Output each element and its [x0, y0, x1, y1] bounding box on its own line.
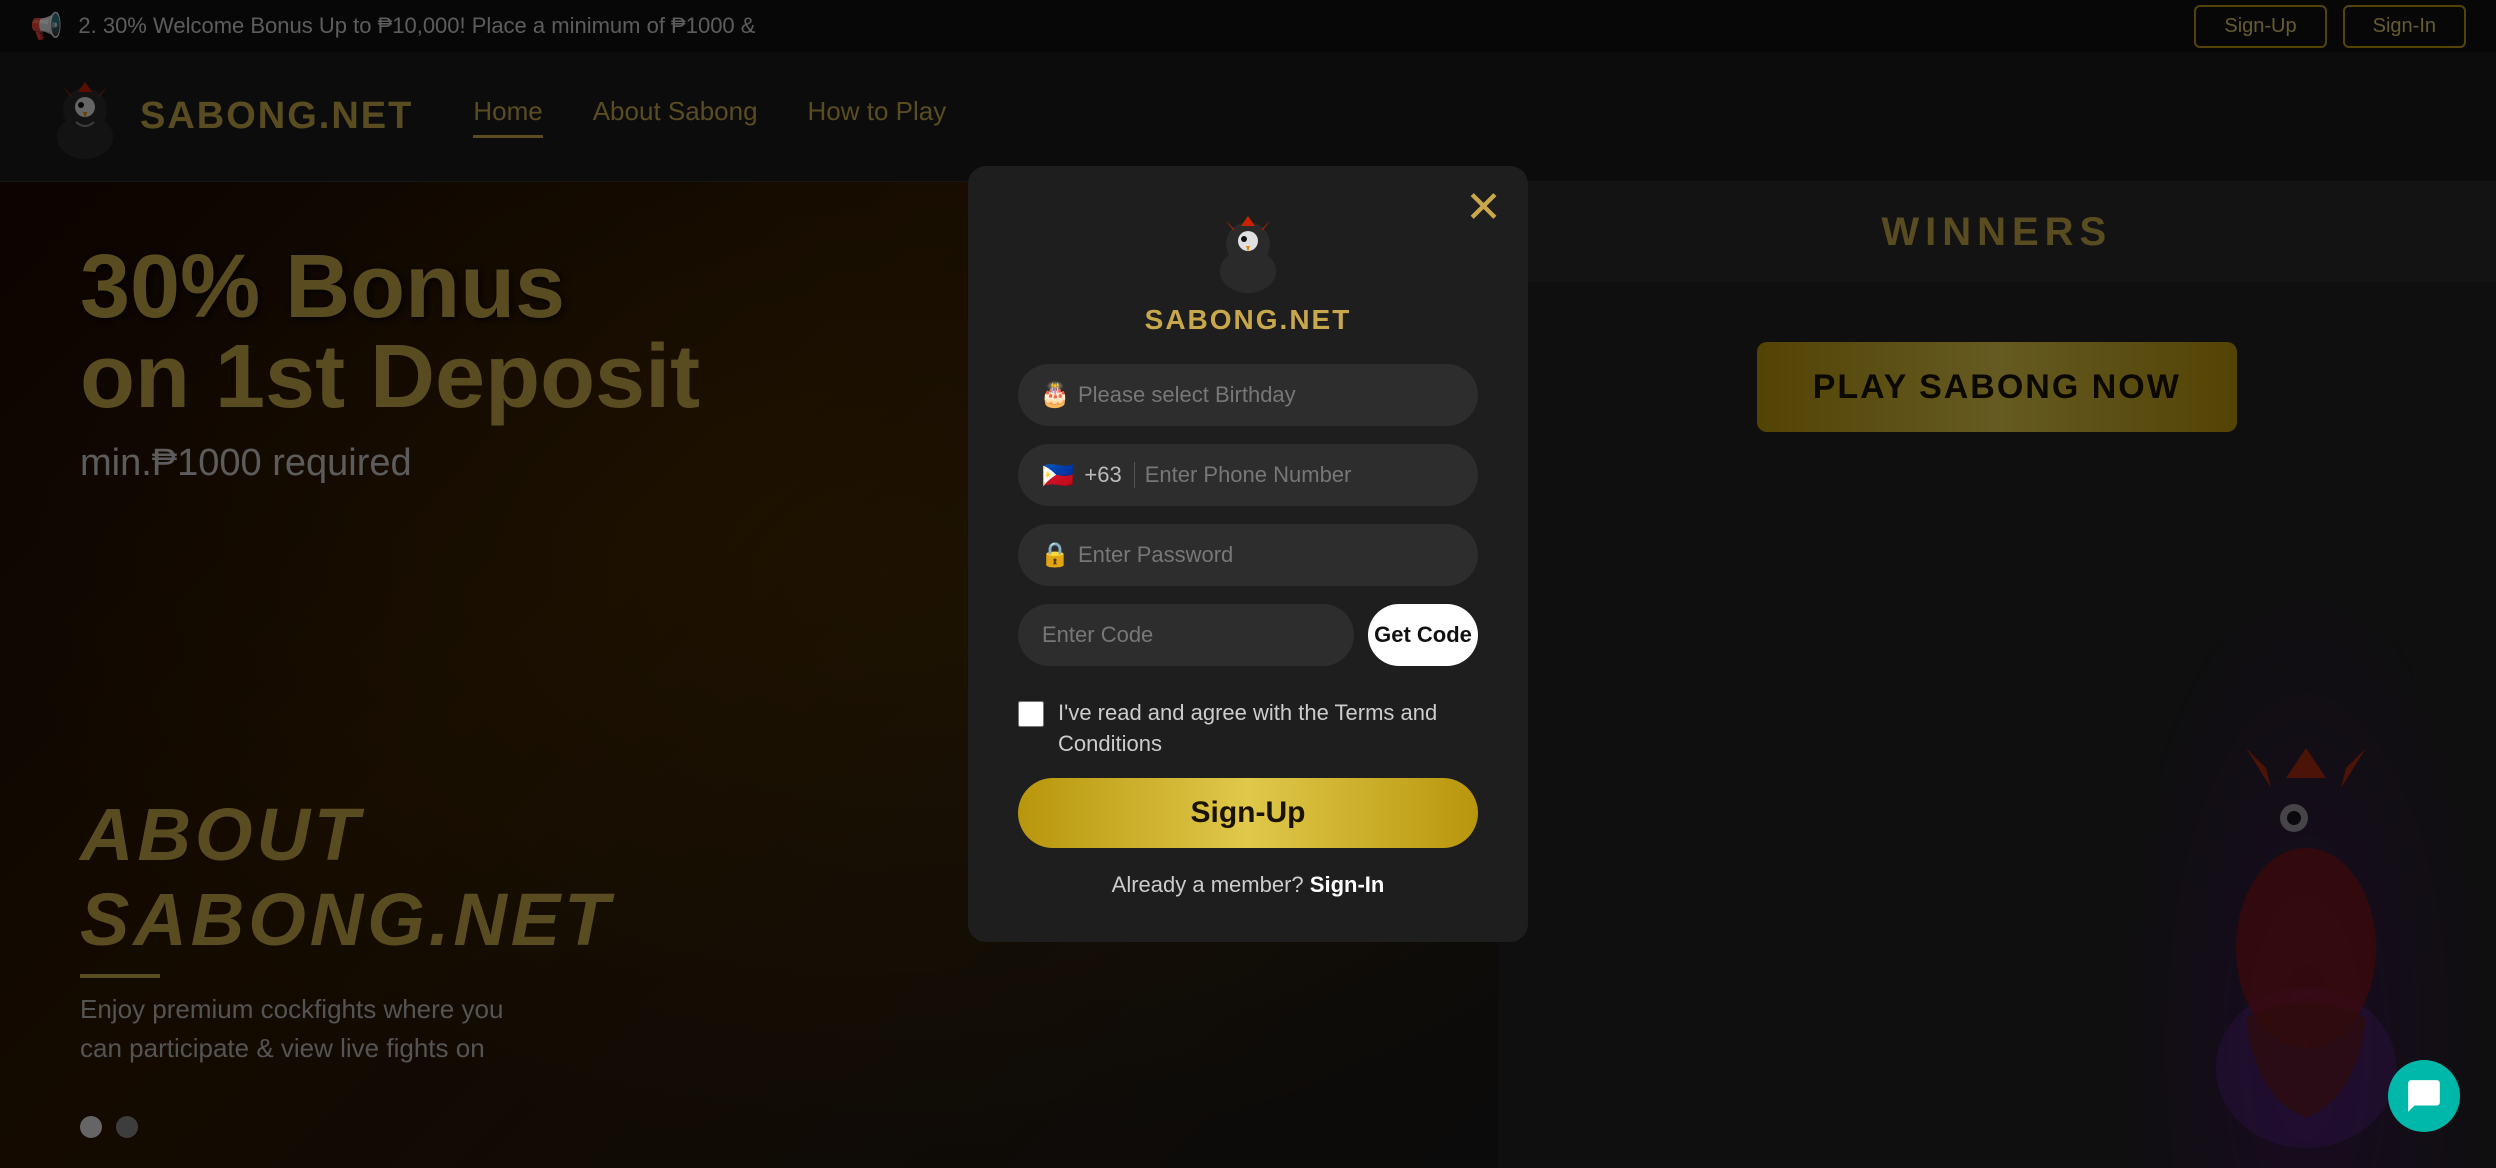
birthday-field-group: 🎂 — [1018, 364, 1478, 426]
terms-text: I've read and agree with the Terms and C… — [1058, 698, 1478, 760]
phone-code: +63 — [1084, 462, 1134, 488]
code-group: Get Code — [1018, 604, 1478, 666]
code-input[interactable] — [1018, 604, 1354, 666]
chat-button[interactable] — [2388, 1060, 2460, 1132]
phone-input[interactable] — [1145, 462, 1454, 488]
already-member-label: Already a member? — [1112, 872, 1304, 897]
modal-logo: SABONG.NET — [1145, 206, 1352, 336]
chat-icon — [2405, 1077, 2443, 1115]
modal-logo-text: SABONG.NET — [1145, 304, 1352, 336]
phone-group: 🇵🇭 +63 — [1018, 444, 1478, 506]
already-member-text: Already a member? Sign-In — [1112, 872, 1385, 898]
birthday-icon: 🎂 — [1040, 381, 1070, 410]
terms-group: I've read and agree with the Terms and C… — [1018, 698, 1478, 760]
signin-modal-link[interactable]: Sign-In — [1310, 872, 1385, 897]
code-field-group: Get Code — [1018, 604, 1478, 666]
phone-field-group: 🇵🇭 +63 — [1018, 444, 1478, 506]
birthday-input[interactable] — [1018, 364, 1478, 426]
phone-flag-icon: 🇵🇭 — [1042, 460, 1074, 491]
signup-modal: ✕ SABONG.NET 🎂 — [968, 166, 1528, 942]
modal-logo-rooster-icon — [1203, 206, 1293, 296]
password-input[interactable] — [1018, 524, 1478, 586]
password-field-group: 🔒 — [1018, 524, 1478, 586]
password-icon: 🔒 — [1040, 541, 1070, 570]
get-code-button[interactable]: Get Code — [1368, 604, 1478, 666]
main-content: 30% Bonus on 1st Deposit min.₱1000 requi… — [0, 182, 2496, 1168]
modal-close-button[interactable]: ✕ — [1465, 186, 1502, 230]
modal-overlay[interactable]: ✕ SABONG.NET 🎂 — [0, 0, 2496, 1168]
terms-checkbox[interactable] — [1018, 701, 1044, 727]
signup-modal-button[interactable]: Sign-Up — [1018, 778, 1478, 848]
